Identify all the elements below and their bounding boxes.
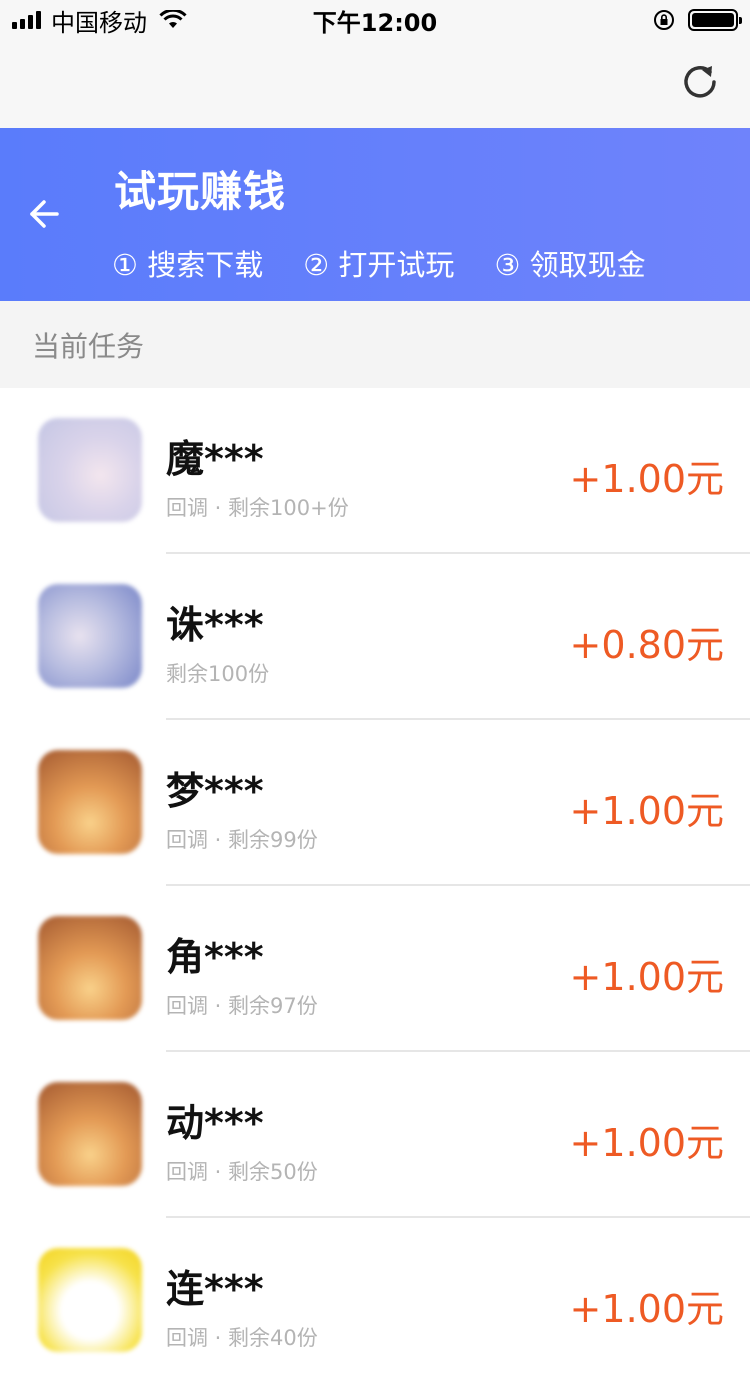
task-meta: 回调 · 剩余97份 <box>166 994 318 1018</box>
app-icon <box>38 750 142 854</box>
task-meta: 回调 · 剩余100+份 <box>166 496 349 520</box>
refresh-button[interactable] <box>676 58 724 106</box>
arrow-left-icon <box>30 200 59 228</box>
wifi-icon <box>159 10 187 28</box>
app-icon <box>38 584 142 688</box>
back-button[interactable] <box>20 190 68 238</box>
section-title: 当前任务 <box>32 329 145 363</box>
task-row[interactable]: 诛*** 剩余100份 +0.80元 <box>0 554 750 720</box>
task-name: 角*** <box>166 935 264 979</box>
app-icon <box>38 916 142 1020</box>
task-name: 动*** <box>166 1101 264 1145</box>
step-1: ① 搜索下载 <box>112 248 264 282</box>
carrier-label: 中国移动 <box>51 8 147 37</box>
nav-bar <box>0 40 750 128</box>
task-meta: 剩余100份 <box>166 662 270 686</box>
refresh-icon <box>684 66 716 98</box>
step-2: ② 打开试玩 <box>303 248 455 282</box>
task-meta: 回调 · 剩余50份 <box>166 1160 318 1184</box>
task-list: 魔*** 回调 · 剩余100+份 +1.00元 诛*** 剩余100份 +0.… <box>0 388 750 1384</box>
task-row[interactable]: 角*** 回调 · 剩余97份 +1.00元 <box>0 886 750 1052</box>
task-row[interactable]: 梦*** 回调 · 剩余99份 +1.00元 <box>0 720 750 886</box>
header-banner: 试玩赚钱 ① 搜索下载 ② 打开试玩 ③ 领取现金 <box>0 128 750 301</box>
task-reward: +1.00元 <box>569 789 724 833</box>
task-name: 梦*** <box>166 769 264 813</box>
task-reward: +1.00元 <box>569 1121 724 1165</box>
task-row[interactable]: 动*** 回调 · 剩余50份 +1.00元 <box>0 1052 750 1218</box>
rotation-lock-icon <box>654 10 674 30</box>
task-reward: +1.00元 <box>569 1287 724 1331</box>
task-name: 魔*** <box>166 437 264 481</box>
page-title: 试玩赚钱 <box>114 167 287 216</box>
app-icon <box>38 418 142 522</box>
task-reward: +0.80元 <box>569 623 724 667</box>
task-meta: 回调 · 剩余99份 <box>166 828 318 852</box>
signal-icon <box>12 11 41 29</box>
battery-icon <box>688 9 742 31</box>
app-icon <box>38 1248 142 1352</box>
step-3: ③ 领取现金 <box>494 248 646 282</box>
steps: ① 搜索下载 ② 打开试玩 ③ 领取现金 <box>112 242 646 284</box>
task-reward: +1.00元 <box>569 457 724 501</box>
task-reward: +1.00元 <box>569 955 724 999</box>
app-icon <box>38 1082 142 1186</box>
section-header: 当前任务 <box>0 301 750 388</box>
task-row[interactable]: 魔*** 回调 · 剩余100+份 +1.00元 <box>0 388 750 554</box>
task-row[interactable]: 连*** 回调 · 剩余40份 +1.00元 <box>0 1218 750 1384</box>
status-bar: 中国移动 下午12:00 <box>0 0 750 40</box>
task-name: 诛*** <box>166 603 264 647</box>
task-meta: 回调 · 剩余40份 <box>166 1326 318 1350</box>
task-name: 连*** <box>166 1267 264 1311</box>
